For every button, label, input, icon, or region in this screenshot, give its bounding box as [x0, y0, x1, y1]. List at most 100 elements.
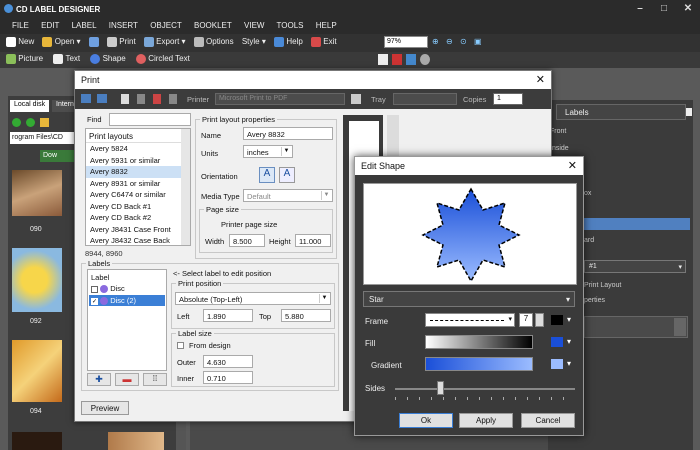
- position-mode-select[interactable]: Absolute (Top-Left) ▼: [175, 292, 331, 305]
- globe-icon[interactable]: [420, 54, 430, 65]
- left-field[interactable]: 1.890: [203, 309, 253, 322]
- menu-label[interactable]: LABEL: [72, 21, 97, 30]
- add-label-button[interactable]: ✚: [87, 373, 111, 386]
- grid-icon[interactable]: [406, 54, 416, 65]
- layout-item[interactable]: Avery C6474 or similar: [86, 189, 190, 201]
- menu-object[interactable]: OBJECT: [150, 21, 182, 30]
- zoom-in-icon[interactable]: ⊕: [432, 37, 439, 46]
- checkbox-checked[interactable]: ✓: [91, 297, 98, 305]
- tab-local-disk[interactable]: Local disk: [10, 100, 50, 112]
- save-layout-icon[interactable]: [169, 94, 177, 104]
- delete-layout-icon[interactable]: [153, 94, 161, 104]
- property-scroll[interactable]: [674, 318, 686, 336]
- inner-field[interactable]: 0.710: [203, 371, 253, 384]
- frame-width-spinner[interactable]: [535, 313, 544, 327]
- menu-tools[interactable]: TOOLS: [277, 21, 304, 30]
- layout-item-selected[interactable]: Avery 8832: [86, 166, 190, 178]
- tray-select[interactable]: [393, 93, 457, 105]
- gradient-select[interactable]: [425, 357, 533, 371]
- thumbnail-image[interactable]: [12, 248, 62, 312]
- export-button[interactable]: Export ▾: [143, 37, 186, 47]
- frame-color-icon[interactable]: [551, 315, 563, 325]
- layout-item[interactable]: Avery 5824: [86, 143, 190, 155]
- menu-insert[interactable]: INSERT: [109, 21, 138, 30]
- frame-style-select[interactable]: ▾: [425, 313, 515, 327]
- frame-width-field[interactable]: 7: [519, 313, 533, 327]
- layout-item[interactable]: Avery 5931 or similar: [86, 155, 190, 167]
- insert-shape-button[interactable]: Shape: [90, 54, 126, 64]
- layout-list[interactable]: Print layouts Avery 5824 Avery 5931 or s…: [85, 128, 191, 246]
- sides-slider-track[interactable]: [395, 388, 575, 390]
- arrange-labels-button[interactable]: ⁞⁞: [143, 373, 167, 386]
- units-select[interactable]: inches ▼: [243, 145, 293, 158]
- panel-pin-icon[interactable]: [686, 108, 692, 116]
- layout-item[interactable]: Avery CD Back #1: [86, 201, 190, 213]
- menu-view[interactable]: VIEW: [244, 21, 264, 30]
- new-layout-icon[interactable]: [121, 94, 129, 104]
- portrait-icon[interactable]: A: [259, 167, 275, 183]
- chevron-down-icon[interactable]: ▾: [567, 315, 571, 324]
- preview-button[interactable]: Preview: [81, 401, 129, 415]
- help-button[interactable]: Help: [274, 37, 303, 47]
- cancel-button[interactable]: Cancel: [521, 413, 575, 428]
- tab-internet[interactable]: Intern: [52, 100, 74, 112]
- gradient-color-icon[interactable]: [551, 359, 563, 369]
- selected-row[interactable]: [584, 218, 690, 230]
- label-list-item[interactable]: perties: [584, 297, 605, 304]
- path-field[interactable]: rogram Files\CD: [10, 132, 76, 144]
- fill-select[interactable]: [425, 335, 533, 349]
- menu-help[interactable]: HELP: [316, 21, 337, 30]
- media-type-select[interactable]: Default ▼: [243, 189, 333, 202]
- property-field[interactable]: [584, 316, 688, 338]
- thumbnail-image[interactable]: [12, 340, 62, 402]
- zoom-field[interactable]: 97%: [384, 36, 428, 48]
- close-icon[interactable]: ✕: [536, 73, 545, 86]
- zoom-fit-icon[interactable]: ⊙: [460, 37, 467, 46]
- menu-booklet[interactable]: BOOKLET: [194, 21, 232, 30]
- forward-icon[interactable]: [26, 118, 35, 127]
- printer-select[interactable]: Microsoft Print to PDF: [215, 93, 345, 105]
- thumbnail-image[interactable]: [12, 170, 62, 216]
- label-select[interactable]: #1 ▾: [584, 260, 686, 273]
- style-button[interactable]: Style ▾: [242, 37, 266, 46]
- printer-settings-icon[interactable]: [351, 94, 361, 104]
- label-list-item[interactable]: Front: [550, 128, 566, 135]
- outer-field[interactable]: 4.630: [203, 355, 253, 368]
- label-row-disc-2[interactable]: ✓ Disc (2): [89, 295, 165, 306]
- thumbnail-image[interactable]: [12, 432, 62, 450]
- remove-label-button[interactable]: ▬: [115, 373, 139, 386]
- minimize-icon[interactable]: –: [628, 0, 652, 18]
- checkbox[interactable]: [91, 285, 98, 293]
- layout-list-scrollbar[interactable]: [181, 129, 190, 245]
- close-window-icon[interactable]: ✕: [676, 0, 700, 18]
- insert-text-button[interactable]: Text: [53, 54, 80, 64]
- insert-picture-button[interactable]: Picture: [6, 54, 43, 64]
- apply-button[interactable]: Apply: [459, 413, 513, 428]
- options-button[interactable]: Options: [193, 37, 234, 47]
- maximize-icon[interactable]: □: [652, 0, 676, 18]
- height-field[interactable]: 11.000: [295, 234, 331, 247]
- layout-item[interactable]: Avery J8432 Case Back: [86, 235, 190, 245]
- chevron-down-icon[interactable]: ▾: [567, 337, 571, 346]
- open-button[interactable]: Open ▾: [42, 37, 81, 47]
- width-field[interactable]: 8.500: [229, 234, 265, 247]
- exit-button[interactable]: Exit: [311, 37, 337, 47]
- name-field[interactable]: Avery 8832: [243, 127, 333, 140]
- back-icon[interactable]: [12, 118, 21, 127]
- from-design-checkbox[interactable]: [177, 342, 184, 349]
- label-list-item[interactable]: ard: [584, 237, 594, 244]
- layout-item[interactable]: Avery 8931 or similar: [86, 178, 190, 190]
- chevron-down-icon[interactable]: ▾: [567, 359, 571, 368]
- ok-button[interactable]: Ok: [399, 413, 453, 428]
- find-input[interactable]: [109, 113, 191, 126]
- menu-edit[interactable]: EDIT: [41, 21, 59, 30]
- new-button[interactable]: New: [6, 37, 34, 47]
- label-list-item[interactable]: Inside: [550, 145, 569, 152]
- download-button[interactable]: Dow: [40, 150, 76, 162]
- align-icon[interactable]: [378, 54, 388, 65]
- label-list-item[interactable]: ox: [584, 190, 591, 197]
- print-button[interactable]: Print: [107, 37, 136, 47]
- zoom-out-icon[interactable]: ⊖: [446, 37, 453, 46]
- layout-item[interactable]: Avery J8431 Case Front: [86, 224, 190, 236]
- menu-file[interactable]: FILE: [12, 21, 29, 30]
